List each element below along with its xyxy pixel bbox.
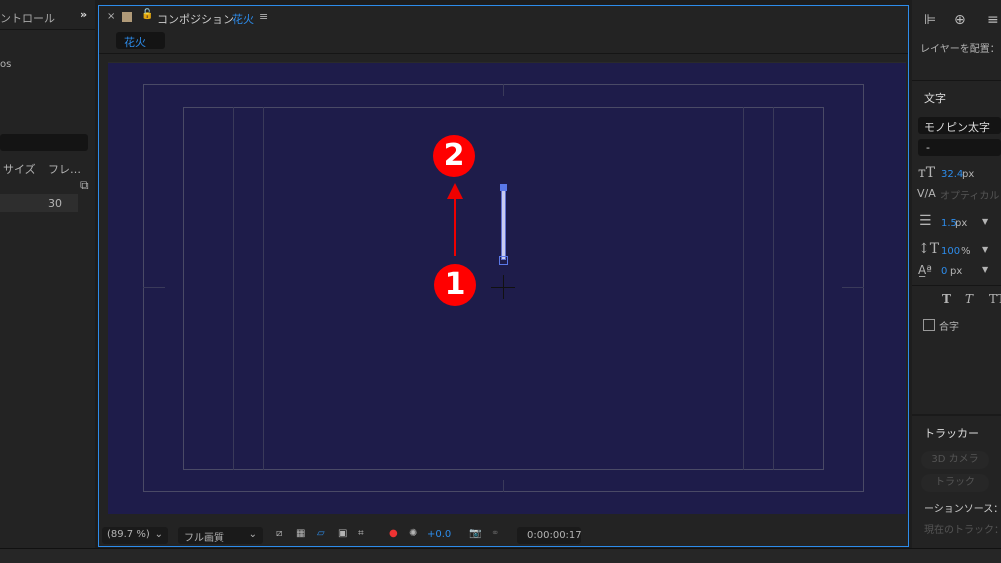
mask-path-icon[interactable]: ▱ (317, 528, 325, 539)
font-size-icon: ᴛT (918, 165, 936, 181)
zoom-value: (89.7 %) (107, 529, 150, 540)
arrow-head (447, 183, 463, 199)
label-color-swatch[interactable] (122, 12, 132, 22)
align-label: レイヤーを配置： (920, 44, 1000, 55)
vertical-scale-icon: ↕T (918, 241, 940, 257)
status-bar (0, 548, 1001, 563)
font-size-value[interactable]: 32.4 (941, 169, 963, 180)
chevron-down-icon[interactable]: ▼ (982, 245, 988, 254)
guides-icon[interactable]: ⌗ (358, 528, 364, 539)
ligature-checkbox[interactable] (923, 319, 935, 331)
stroke-width-icon: ☰ (919, 213, 932, 229)
left-panel: ントロール » os サイズ フレ… ⧉ 30 (0, 0, 95, 548)
kerning-value[interactable]: オプティカル (940, 187, 999, 202)
channels-icon[interactable]: ● (389, 528, 398, 539)
character-heading: 文字 (924, 92, 946, 105)
row-value: 30 (48, 197, 62, 210)
arrow-shaft (454, 198, 456, 256)
effect-controls-tab[interactable]: ントロール (0, 10, 55, 26)
lock-icon[interactable]: 🔓 (141, 9, 153, 20)
panel-title: コンポジション (157, 13, 234, 26)
annotation-1: 1 (434, 264, 476, 306)
all-caps-icon[interactable]: TT (989, 292, 1001, 306)
close-icon[interactable]: × (107, 11, 115, 22)
panel-overflow-icon[interactable]: » (80, 8, 87, 21)
chevron-down-icon[interactable]: ▼ (982, 217, 988, 226)
column-size[interactable]: サイズ (3, 161, 36, 177)
font-family-dropdown[interactable]: モノピン太字 (918, 117, 1001, 134)
tracker-heading: トラッカー (924, 427, 979, 440)
quality-value: フル画質 (184, 533, 224, 544)
font-name: モノピン太字 (924, 121, 990, 134)
align-center-icon[interactable]: ⊕ (954, 12, 966, 28)
menu-icon[interactable]: ≡ (259, 10, 268, 23)
comp-name: 花火 (232, 13, 254, 26)
vscale-value[interactable]: 100 (941, 246, 960, 257)
annotation-2: 2 (433, 135, 475, 177)
exposure-value[interactable]: +0.0 (427, 529, 451, 540)
font-style-dropdown[interactable]: - (918, 139, 1001, 156)
vscale-unit: % (961, 246, 971, 257)
transparency-grid-icon[interactable]: ▦ (296, 528, 305, 539)
font-style: - (926, 141, 930, 154)
kerning-icon: V/A (917, 187, 936, 200)
fps-text: os (0, 59, 12, 70)
text-layer-bar[interactable] (501, 187, 506, 260)
baseline-unit: px (950, 266, 963, 277)
snapshot-icon[interactable]: 📷 (469, 528, 481, 539)
comp-tab-label: 花火 (124, 36, 146, 49)
faux-italic-icon[interactable]: T (965, 292, 973, 306)
region-of-interest-icon[interactable]: ▣ (338, 528, 347, 539)
ligature-label: 合字 (939, 322, 959, 333)
3d-camera-label: 3D カメラ (931, 454, 979, 465)
font-size-unit: px (962, 169, 975, 180)
zoom-dropdown[interactable]: (89.7 %) ⌄ (102, 527, 168, 544)
handle-bottom[interactable] (499, 256, 508, 265)
fast-preview-icon[interactable]: ⧄ (276, 528, 282, 539)
current-track-label: 現在のトラック： (924, 525, 1001, 536)
baseline-shift-icon: A̲ª (918, 263, 932, 277)
composition-panel: × 🔓 コンポジション 花火 ≡ 花火 1 2 (89.7 %) ⌄ フル画質 ⌄… (98, 5, 909, 547)
align-left-icon[interactable]: ⊫ (924, 12, 936, 28)
quality-dropdown[interactable]: フル画質 ⌄ (178, 527, 263, 544)
timecode-field[interactable]: 0:00:00:17 (517, 527, 582, 544)
timecode-value: 0:00:00:17 (527, 530, 582, 541)
3d-camera-button[interactable]: 3D カメラ (921, 451, 989, 469)
column-frame[interactable]: フレ… (48, 161, 81, 177)
right-panel: ⊫ ⊕ ≡ レイヤーを配置： 文字 モノピン太字 - ᴛT 32.4 px V/… (912, 0, 1001, 548)
flowchart-icon[interactable]: ⧉ (80, 178, 89, 193)
motion-source-label: ーションソース： (924, 504, 1001, 515)
handle-top[interactable] (500, 184, 507, 191)
track-button[interactable]: トラック (921, 474, 989, 492)
search-input[interactable] (0, 134, 88, 151)
anchor-crosshair (503, 275, 504, 299)
stroke-unit: px (955, 218, 968, 229)
comp-tab[interactable]: 花火 (116, 32, 165, 49)
chevron-down-icon[interactable]: ▼ (982, 265, 988, 274)
show-snapshot-icon[interactable]: ⚭ (491, 528, 499, 539)
align-right-icon[interactable]: ≡ (987, 12, 999, 28)
comp-viewer[interactable]: 1 2 (108, 62, 906, 514)
faux-bold-icon[interactable]: T (942, 292, 951, 306)
exposure-icon[interactable]: ✺ (409, 528, 417, 539)
track-label: トラック (935, 477, 975, 488)
baseline-value[interactable]: 0 (941, 266, 947, 277)
